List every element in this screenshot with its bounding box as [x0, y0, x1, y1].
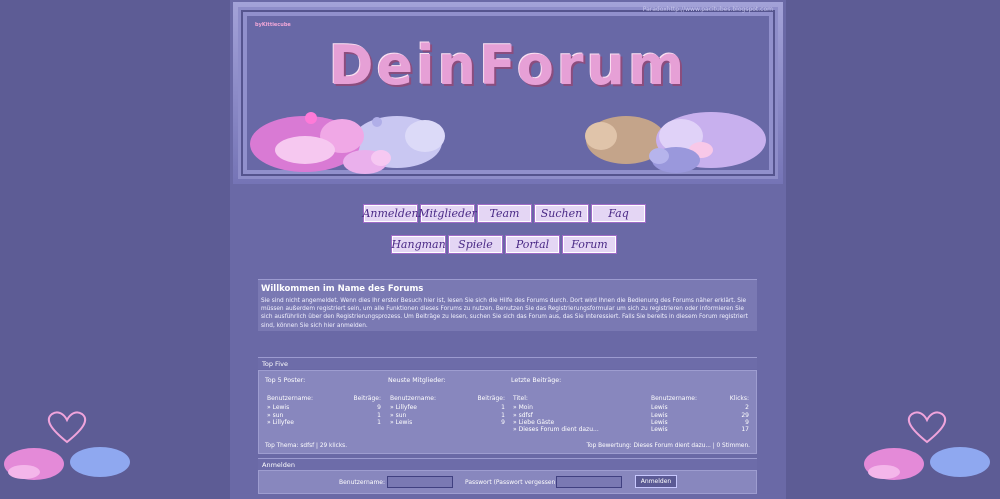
nav-row-2: Hangman Spiele Portal Forum [391, 235, 617, 254]
post-link[interactable]: » Moin [513, 404, 651, 411]
hippo-group-left-icon [250, 112, 445, 174]
nav-button-suchen[interactable]: Suchen [534, 204, 589, 223]
table-row: » sun 1 [267, 411, 381, 419]
nav-button-anmelden[interactable]: Anmelden [362, 204, 419, 223]
member-link[interactable]: » sun [390, 412, 406, 419]
topfive-header: Top Five [258, 357, 757, 369]
password-input[interactable] [556, 476, 622, 488]
hippo-group-right-icon [585, 112, 766, 173]
poster-link[interactable]: » Lillyfee [267, 419, 294, 426]
post-link[interactable]: » Dieses Forum dient dazu... [513, 426, 651, 433]
top-posters-table: Benutzername: Beiträge: » Lewis 9 » sun 1 »… [267, 395, 381, 426]
col-user: Benutzername: [267, 395, 314, 402]
username-input[interactable] [387, 476, 453, 488]
top-thema[interactable]: Top Thema: sdfsf | 29 klicks. [265, 443, 347, 449]
top-bewertung[interactable]: Top Bewertung: Dieses Forum dient dazu..… [587, 443, 751, 449]
table-row: » Lillyfee 1 [390, 404, 505, 412]
post-link[interactable]: » Liebe Gäste [513, 419, 651, 426]
password-label: Passwort (Passwort vergessen): [465, 479, 560, 486]
table-row: » Lewis 9 [390, 418, 505, 426]
member-link[interactable]: » Lewis [390, 419, 412, 426]
nav-button-hangman[interactable]: Hangman [391, 235, 446, 254]
col-count: Beiträge: [353, 395, 382, 402]
latest-posts-title: Letzte Beiträge: [511, 377, 562, 384]
banner-frame: byKittiecube Paradoxhttp://www.pacitubes… [238, 6, 778, 179]
table-row: » sun 1 [390, 411, 505, 419]
heart-hippo-left-icon [4, 411, 130, 480]
login-button[interactable]: Anmelden [635, 475, 677, 488]
topfive-footer: Top Thema: sdfsf | 29 klicks. Top Bewert… [265, 443, 750, 449]
forum-logo-title: DeinForum [328, 34, 688, 97]
poster-link[interactable]: » Lewis [267, 404, 289, 411]
nav-button-spiele[interactable]: Spiele [448, 235, 503, 254]
latest-posts-table: Titel: Benutzername: Klicks: » Moin Lewi… [513, 395, 749, 434]
table-row: » Moin Lewis 2 [513, 404, 749, 412]
post-link[interactable]: » sdfsf [513, 412, 651, 419]
member-link[interactable]: » Lillyfee [390, 404, 417, 411]
login-panel: Benutzername: Passwort (Passwort vergess… [258, 470, 757, 494]
welcome-title: Willkommen im Name des Forums [261, 284, 424, 294]
new-members-table: Benutzername: Beiträge: » Lillyfee 1 » sun… [390, 395, 505, 426]
top-posters-title: Top 5 Poster: [265, 377, 306, 384]
nav-button-mitglieder[interactable]: Mitglieder [418, 204, 477, 223]
poster-link[interactable]: » sun [267, 412, 283, 419]
topfive-panel: Top 5 Poster: Neuste Mitglieder: Letzte … [258, 370, 757, 454]
nav-row-1: Anmelden Mitglieder Team Suchen Faq [362, 204, 646, 223]
login-header: Anmelden [258, 458, 757, 470]
nav-button-forum[interactable]: Forum [562, 235, 617, 254]
banner-tag: byKittiecube [255, 22, 291, 28]
nav-button-team[interactable]: Team [477, 204, 532, 223]
welcome-text: Sie sind nicht angemeldet. Wenn dies Ihr… [261, 298, 748, 329]
nav-button-portal[interactable]: Portal [505, 235, 560, 254]
banner-credit: Paradoxhttp://www.pacitubes.blogspot.com [642, 6, 773, 13]
forum-banner: byKittiecube Paradoxhttp://www.pacitubes… [233, 2, 783, 184]
new-members-title: Neuste Mitglieder: [388, 377, 446, 384]
table-row: » Lewis 9 [267, 404, 381, 412]
table-row: » Liebe Gäste Lewis 9 [513, 418, 749, 426]
table-row: » sdfsf Lewis 29 [513, 411, 749, 419]
nav-button-faq[interactable]: Faq [591, 204, 646, 223]
heart-hippo-right-icon [864, 411, 990, 480]
table-row: » Dieses Forum dient dazu... Lewis 17 [513, 426, 749, 434]
username-label: Benutzername: [339, 479, 386, 486]
welcome-panel: Willkommen im Name des Forums Sie sind n… [258, 279, 757, 331]
table-row: » Lillyfee 1 [267, 418, 381, 426]
